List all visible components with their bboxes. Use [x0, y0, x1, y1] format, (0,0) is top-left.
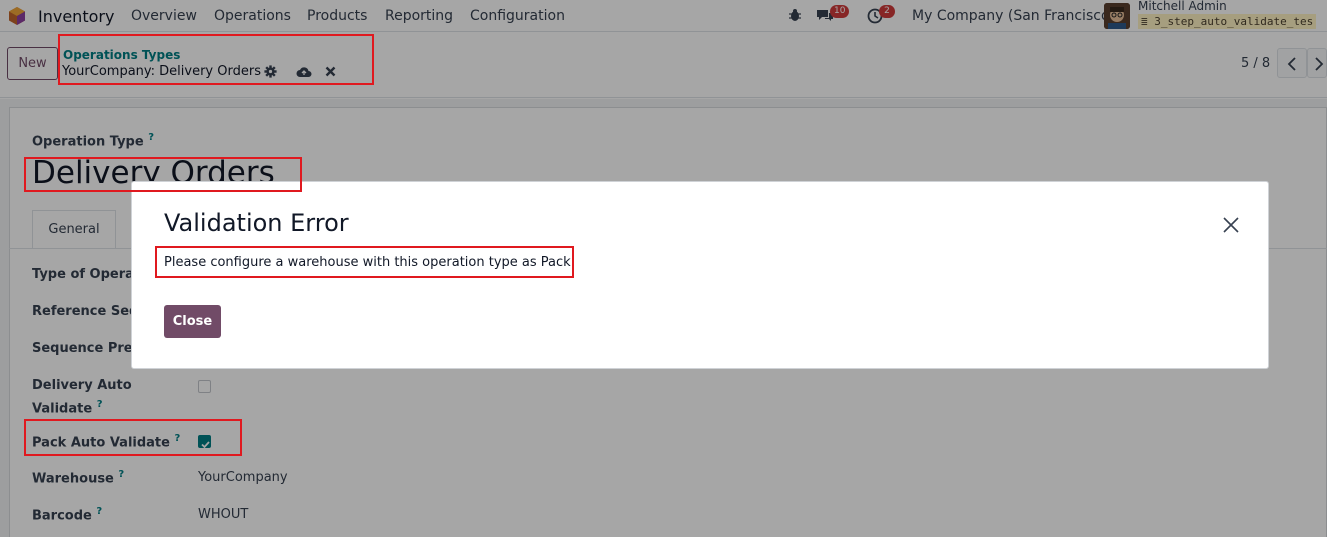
- close-icon[interactable]: [1221, 215, 1241, 235]
- validation-error-dialog: Validation Error Please configure a ware…: [131, 181, 1269, 369]
- dialog-message: Please configure a warehouse with this o…: [164, 255, 575, 270]
- close-button[interactable]: Close: [164, 305, 221, 338]
- dialog-title: Validation Error: [164, 209, 349, 237]
